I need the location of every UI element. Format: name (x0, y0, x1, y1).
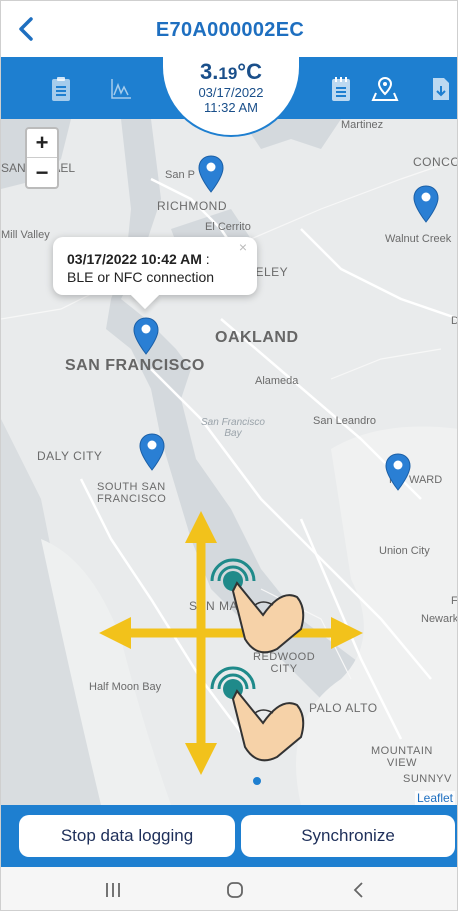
temperature-time: 11:32 AM (204, 100, 258, 115)
clipboard-icon[interactable] (47, 75, 75, 103)
popup-separator: : (201, 251, 210, 267)
notepad-icon[interactable] (327, 75, 355, 103)
popup-close-icon[interactable]: × (239, 239, 247, 255)
popup-timestamp: 03/17/2022 10:42 AM (67, 251, 202, 267)
file-download-icon[interactable] (427, 75, 455, 103)
back-nav-icon[interactable] (339, 877, 379, 903)
temperature-value: 3.19°C (200, 59, 262, 84)
chart-icon[interactable] (107, 75, 135, 103)
map-popup: × 03/17/2022 10:42 AM : BLE or NFC conne… (53, 237, 257, 295)
action-bar: Stop data logging Synchronize (1, 805, 457, 867)
popup-text: BLE or NFC connection (67, 269, 215, 285)
device-title: E70A000002EC (155, 19, 305, 41)
recent-apps-icon[interactable] (93, 877, 133, 903)
touch-gesture-icon (210, 558, 305, 654)
map-pin-icon[interactable] (371, 75, 399, 103)
popup-timestamp-line: 03/17/2022 10:42 AM : (67, 251, 243, 267)
touch-gesture-icon (210, 666, 305, 762)
app-screen: E70A000002EC 3.19°C 03/17/2022 11:32 AM (0, 0, 458, 911)
pan-arrows-icon (99, 511, 363, 775)
system-nav-bar (1, 867, 457, 910)
map-view[interactable]: SAN RAFAEL San P RICHMOND El Cerrito Mil… (1, 119, 457, 805)
home-icon[interactable] (215, 877, 255, 903)
stop-logging-button[interactable]: Stop data logging (19, 815, 235, 857)
temperature-date: 03/17/2022 (198, 85, 264, 100)
gesture-overlay (99, 511, 363, 775)
synchronize-button[interactable]: Synchronize (241, 815, 455, 857)
